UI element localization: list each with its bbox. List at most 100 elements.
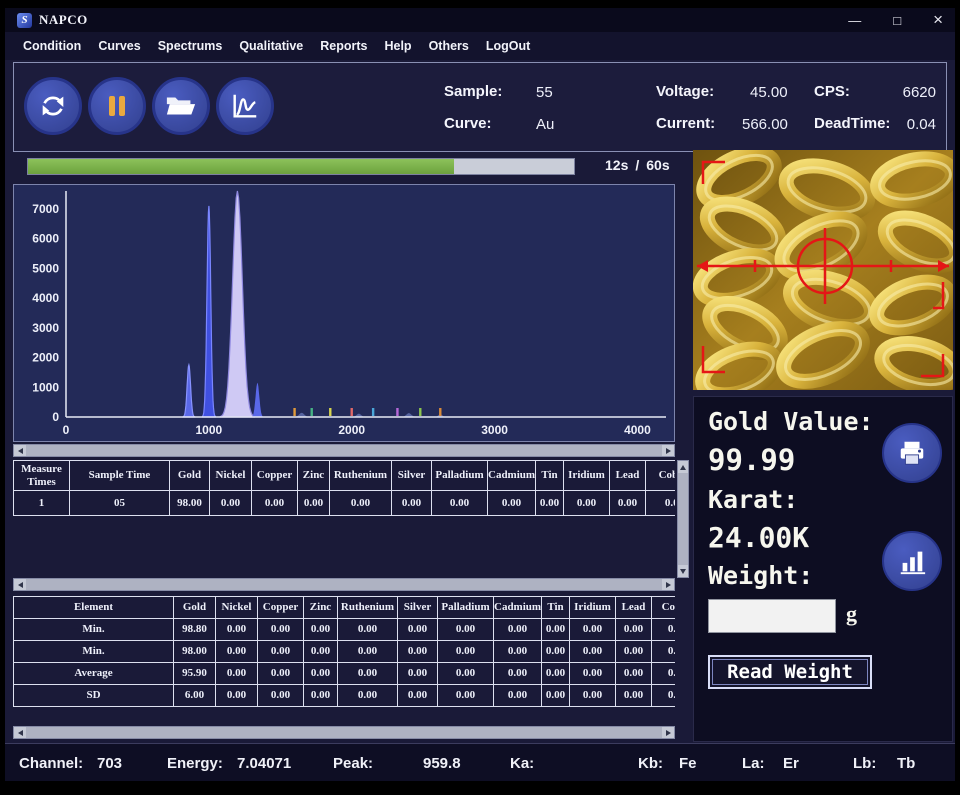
- column-header: Zinc: [304, 597, 338, 619]
- pause-button[interactable]: [88, 77, 146, 135]
- table-cell: 0.00: [570, 663, 616, 685]
- scroll-right-button[interactable]: [662, 579, 674, 590]
- stats-table: ElementGoldNickelCopperZincRutheniumSilv…: [13, 596, 675, 707]
- menu-qualitative[interactable]: Qualitative: [239, 39, 303, 53]
- scroll-right-button[interactable]: [662, 445, 674, 456]
- table-cell: 0.00: [570, 641, 616, 663]
- stats-hscrollbar[interactable]: [13, 726, 675, 739]
- table-cell: 0.00: [564, 491, 610, 516]
- maximize-button[interactable]: □: [893, 13, 901, 28]
- menu-condition[interactable]: Condition: [23, 39, 81, 53]
- table-cell: 0.00: [616, 641, 652, 663]
- table-cell: 0.00: [258, 619, 304, 641]
- scroll-left-button[interactable]: [14, 727, 26, 738]
- table-cell: 0.00: [216, 685, 258, 707]
- results-hscrollbar[interactable]: [13, 578, 675, 591]
- weight-input[interactable]: [708, 599, 836, 633]
- print-button[interactable]: [882, 423, 942, 483]
- table-cell: 0.00: [338, 641, 398, 663]
- table-cell: 95.90: [174, 663, 216, 685]
- column-header: Lead: [616, 597, 652, 619]
- open-file-button[interactable]: [152, 77, 210, 135]
- column-header: Silver: [398, 597, 438, 619]
- menu-help[interactable]: Help: [384, 39, 411, 53]
- svg-text:2000: 2000: [338, 423, 365, 437]
- table-cell: 0.00: [210, 491, 252, 516]
- table-cell: 0.00: [570, 685, 616, 707]
- svg-text:0: 0: [63, 423, 70, 437]
- column-header: Palladium: [438, 597, 494, 619]
- close-button[interactable]: ×: [933, 10, 943, 30]
- channel-label: Channel:: [19, 755, 83, 772]
- curve-value: Au: [536, 116, 554, 133]
- table-cell: 0.00: [338, 619, 398, 641]
- table-cell: 0.00: [616, 685, 652, 707]
- cps-value: 6620: [903, 84, 936, 101]
- table-cell: 6.00: [174, 685, 216, 707]
- table-cell: 0.00: [398, 685, 438, 707]
- table-cell: Min.: [14, 619, 174, 641]
- window-controls: — □ ×: [848, 10, 943, 30]
- svg-text:1000: 1000: [32, 380, 59, 394]
- table-cell: 1: [14, 491, 70, 516]
- right-panel: Gold Value: 99.99 Karat: 24.00K Weight: …: [685, 150, 953, 750]
- table-cell: 0.00: [488, 491, 536, 516]
- svg-text:5000: 5000: [32, 261, 59, 275]
- table-cell: 0.00: [304, 685, 338, 707]
- svg-text:7000: 7000: [32, 202, 59, 216]
- sample-value: 55: [536, 84, 553, 101]
- column-header: Palladium: [432, 461, 488, 491]
- chart-hscrollbar[interactable]: [13, 444, 675, 457]
- column-header: Cobalt: [646, 461, 676, 491]
- table-cell: 0.00: [652, 619, 676, 641]
- spectrum-chart: 0100020003000400050006000700001000200030…: [13, 184, 675, 442]
- svg-text:3000: 3000: [481, 423, 508, 437]
- menu-spectrums[interactable]: Spectrums: [158, 39, 223, 53]
- column-header: Iridium: [564, 461, 610, 491]
- table-cell: 0.00: [216, 619, 258, 641]
- table-cell: 0.00: [258, 663, 304, 685]
- statistics-button[interactable]: [882, 531, 942, 591]
- read-weight-button[interactable]: Read Weight: [708, 655, 872, 689]
- table-row: SD6.000.000.000.000.000.000.000.000.000.…: [14, 685, 676, 707]
- scroll-left-button[interactable]: [14, 445, 26, 456]
- table-cell: 0.00: [216, 641, 258, 663]
- table-cell: 0.00: [438, 663, 494, 685]
- menu-reports[interactable]: Reports: [320, 39, 367, 53]
- results-table-panel: Measure TimesSample TimeGoldNickelCopper…: [13, 460, 675, 520]
- start-measure-button[interactable]: [24, 77, 82, 135]
- app-logo-icon: S: [17, 13, 32, 28]
- menubar: Condition Curves Spectrums Qualitative R…: [5, 32, 955, 60]
- table-cell: 0.00: [646, 491, 676, 516]
- table-row: 10598.000.000.000.000.000.000.000.000.00…: [14, 491, 676, 516]
- menu-curves[interactable]: Curves: [98, 39, 140, 53]
- table-cell: 0.00: [298, 491, 330, 516]
- menu-others[interactable]: Others: [429, 39, 469, 53]
- table-cell: 0.00: [252, 491, 298, 516]
- column-header: Lead: [610, 461, 646, 491]
- minimize-button[interactable]: —: [848, 13, 861, 28]
- table-cell: 0.00: [330, 491, 392, 516]
- table-cell: 0.00: [652, 685, 676, 707]
- progress-bar: [27, 158, 575, 175]
- column-header: Nickel: [216, 597, 258, 619]
- stats-table-panel: ElementGoldNickelCopperZincRutheniumSilv…: [13, 596, 675, 710]
- scroll-right-button[interactable]: [662, 727, 674, 738]
- table-cell: 0.00: [494, 641, 542, 663]
- refresh-icon: [38, 91, 68, 121]
- current-label: Current:: [656, 115, 715, 132]
- table-cell: 0.00: [494, 619, 542, 641]
- table-cell: 0.00: [542, 685, 570, 707]
- svg-text:3000: 3000: [32, 321, 59, 335]
- ka-label: Ka:: [510, 755, 534, 772]
- table-cell: 0.00: [338, 685, 398, 707]
- curve-view-button[interactable]: [216, 77, 274, 135]
- titlebar: S NAPCO — □ ×: [5, 8, 955, 32]
- kb-value: Fe: [679, 755, 697, 772]
- sample-camera-view: [693, 150, 953, 390]
- svg-text:2000: 2000: [32, 351, 59, 365]
- scroll-left-button[interactable]: [14, 579, 26, 590]
- progress-time: 12s/60s: [605, 157, 677, 173]
- menu-logout[interactable]: LogOut: [486, 39, 530, 53]
- sample-label: Sample:: [444, 83, 502, 100]
